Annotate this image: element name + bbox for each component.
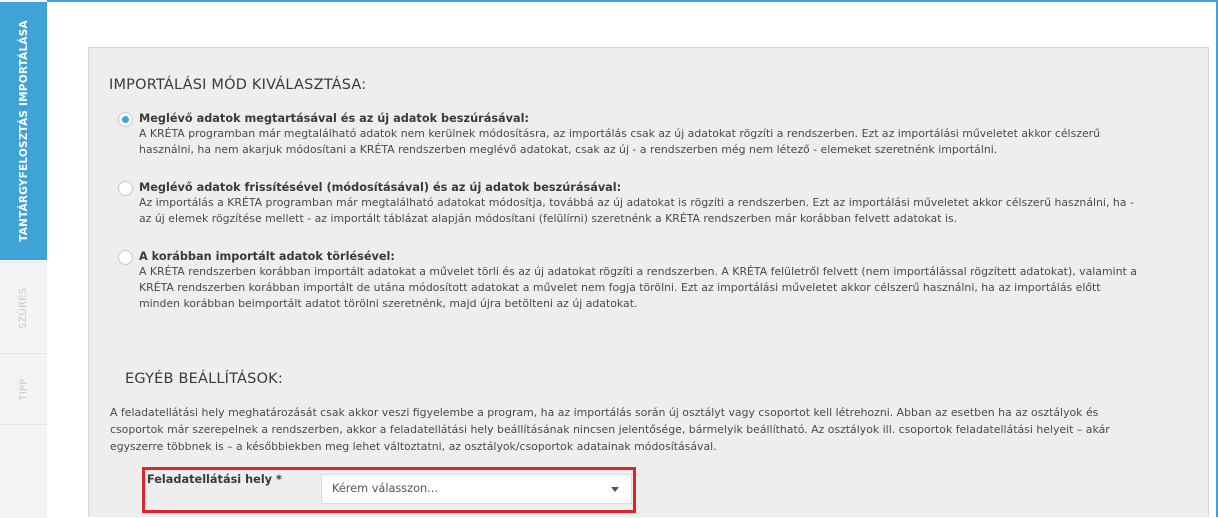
tab-strip-filler xyxy=(0,424,47,518)
option-title: Meglévő adatok frissítésével (módosításá… xyxy=(139,181,622,194)
tab-import[interactable]: TANTÁRGYFELOSZTÁS IMPORTÁLÁSA xyxy=(0,2,47,260)
description-line: minden korábban beimportált adatot töröl… xyxy=(139,297,638,310)
tab-tip[interactable]: TIPP xyxy=(0,353,47,424)
tab-import-label: TANTÁRGYFELOSZTÁS IMPORTÁLÁSA xyxy=(17,20,30,242)
tab-filter[interactable]: SZŰRÉS xyxy=(0,262,47,353)
other-settings-heading: EGYÉB BEÁLLÍTÁSOK: xyxy=(125,371,283,387)
chevron-down-icon[interactable] xyxy=(611,487,619,492)
import-mode-heading: IMPORTÁLÁSI MÓD KIVÁLASZTÁSA: xyxy=(109,77,367,93)
select-placeholder: Kérem válasszon... xyxy=(332,482,438,495)
option-description: A KRÉTA programban már megtalálható adat… xyxy=(139,126,1199,158)
option-title: A korábban importált adatok törlésével: xyxy=(139,250,395,263)
description-line: Az importálás a KRÉTA programban már meg… xyxy=(139,196,1134,209)
description-line: az új elemek rögzítése mellett - az impo… xyxy=(139,212,958,225)
radio-button[interactable] xyxy=(118,181,133,196)
option-description: A KRÉTA rendszerben korábban importált a… xyxy=(139,264,1199,312)
option-description: Az importálás a KRÉTA programban már meg… xyxy=(139,195,1199,227)
tab-filter-label: SZŰRÉS xyxy=(18,287,29,329)
description-line: használni, ha nem akarjuk módosítani a K… xyxy=(139,143,998,156)
radio-button[interactable] xyxy=(118,250,133,265)
description-line: A KRÉTA rendszerben korábban importált a… xyxy=(139,265,1137,278)
radio-button-checked[interactable] xyxy=(118,112,133,127)
info-line: egyszerre többnek is – a későbbiekben me… xyxy=(110,440,717,453)
task-location-label: Feladatellátási hely * xyxy=(147,473,282,486)
info-line: A feladatellátási hely meghatározását cs… xyxy=(110,406,1099,419)
task-location-select[interactable]: Kérem válasszon... xyxy=(321,474,632,504)
description-line: KRÉTA rendszerben korábban importált de … xyxy=(139,281,1101,294)
tab-tip-label: TIPP xyxy=(17,378,29,400)
description-line: A KRÉTA programban már megtalálható adat… xyxy=(139,127,1101,140)
info-line: csoportok már szerepelnek a rendszerben,… xyxy=(110,423,1110,436)
other-settings-info: A feladatellátási hely meghatározását cs… xyxy=(110,404,1200,455)
option-title: Meglévő adatok megtartásával és az új ad… xyxy=(139,112,530,125)
vertical-tab-strip: TANTÁRGYFELOSZTÁS IMPORTÁLÁSA SZŰRÉS TIP… xyxy=(0,0,47,518)
